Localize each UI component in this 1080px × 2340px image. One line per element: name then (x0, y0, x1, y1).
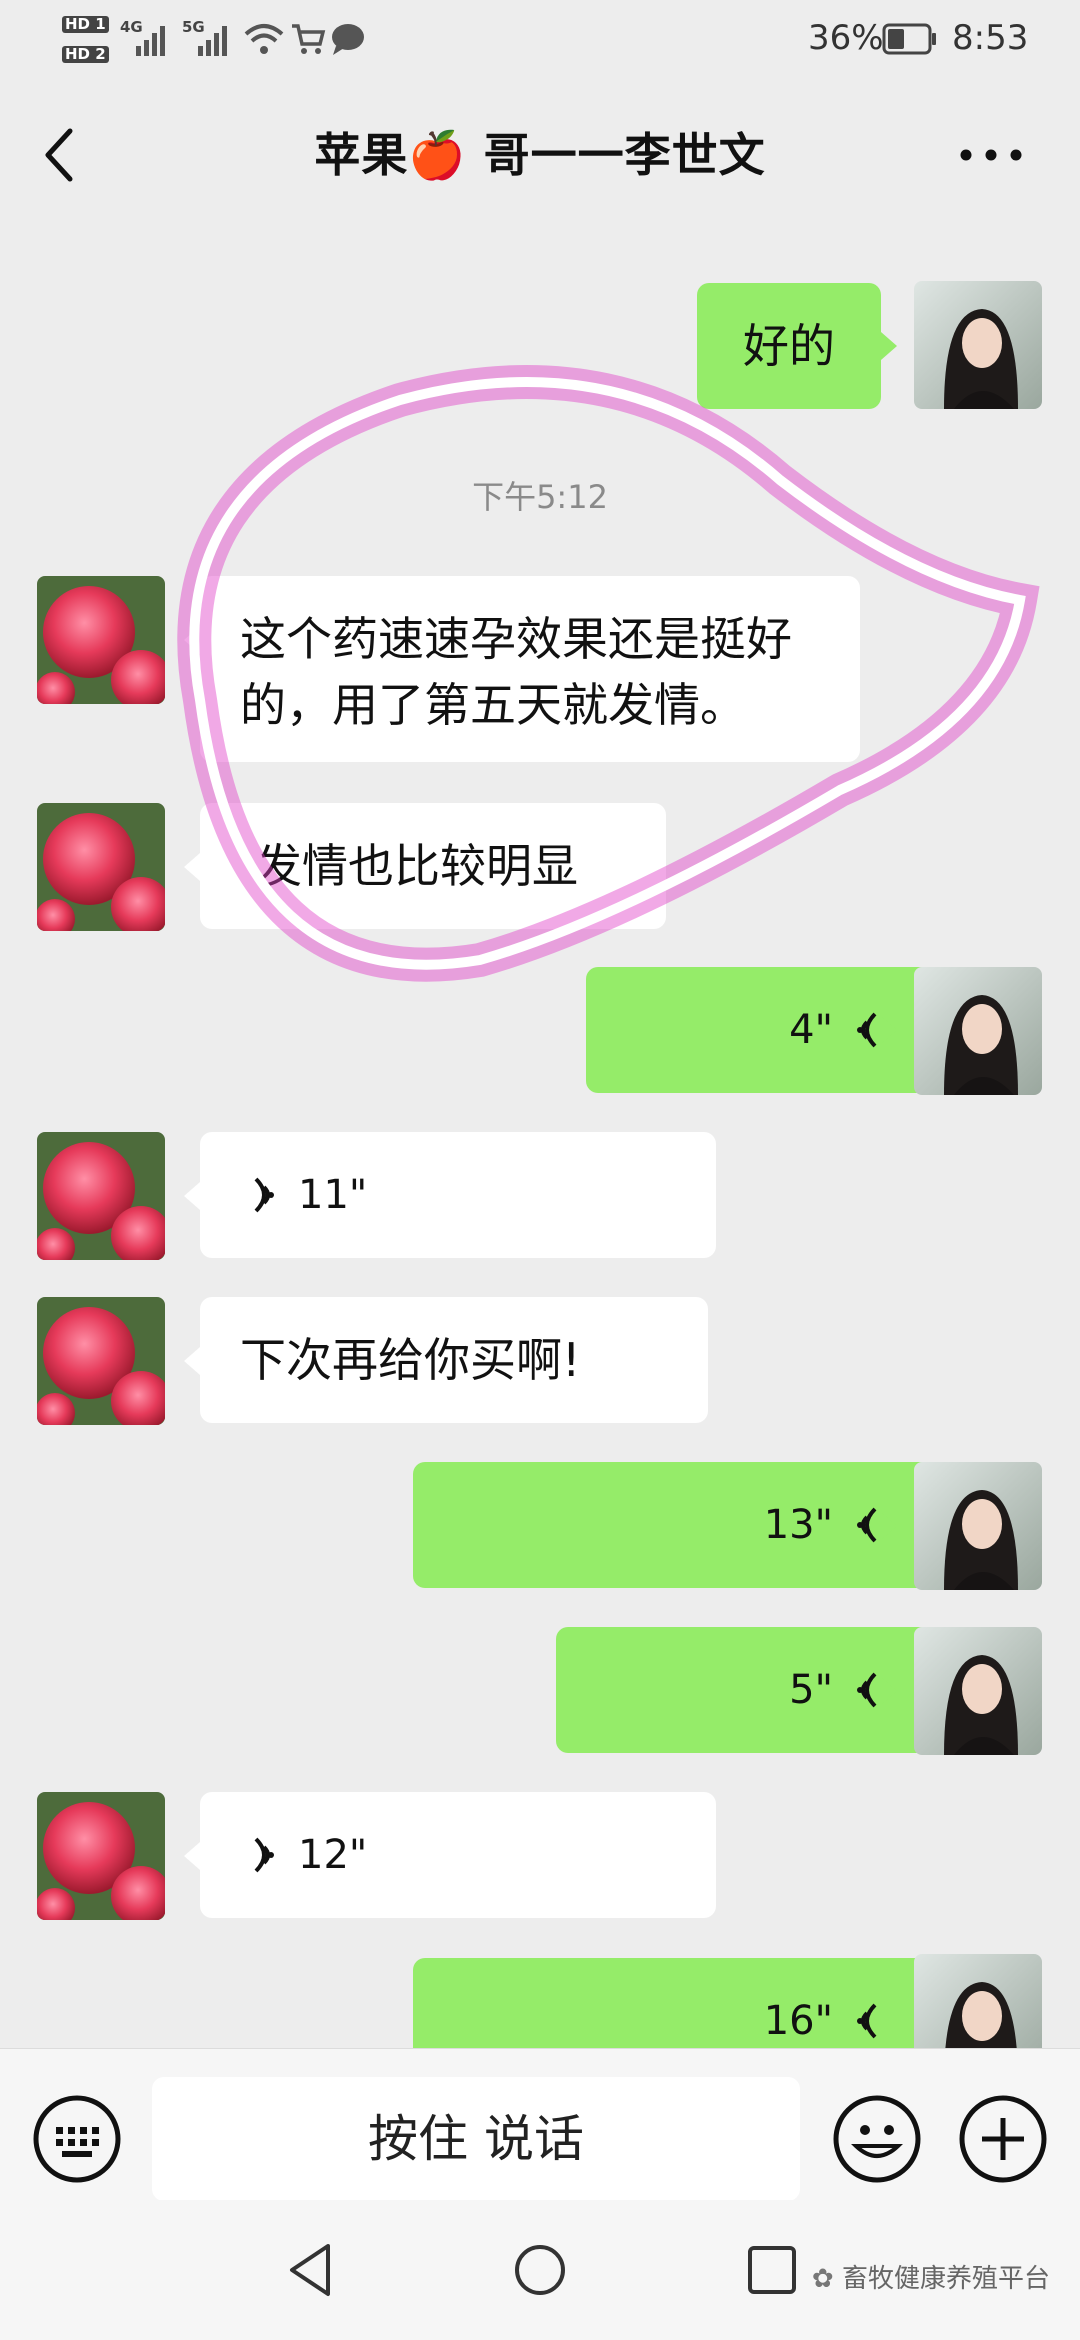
message-bubble-in[interactable]: 下次再给你买啊! (200, 1297, 708, 1423)
bubble-tail (881, 1512, 897, 1540)
voice-duration: 12" (298, 1832, 368, 1878)
bubble-tail (184, 1842, 200, 1870)
avatar-contact[interactable] (37, 1132, 165, 1260)
voice-duration: 11" (298, 1172, 368, 1218)
voice-duration: 16" (763, 1998, 833, 2044)
clock: 8:53 (952, 18, 1029, 58)
voice-wave-icon (857, 1507, 877, 1543)
more-options-icon[interactable] (956, 140, 1026, 170)
battery-percent: 36% (808, 18, 884, 58)
hd-indicator-2: HD 2 (62, 44, 109, 63)
hd-indicator-1: HD 1 (62, 14, 109, 33)
message-icon (332, 24, 364, 55)
wifi-icon (244, 24, 284, 54)
voice-wave-icon (254, 1177, 274, 1213)
highlight-oval (177, 365, 1040, 982)
status-bar: HD 1 HD 2 4G 5G 36% 8:53 (0, 0, 1080, 80)
avatar-contact[interactable] (37, 1792, 165, 1920)
nav-recents-icon[interactable] (744, 2242, 800, 2298)
bubble-tail (881, 1016, 897, 1044)
wechat-logo-icon: ✿ (811, 2264, 842, 2294)
keyboard-icon[interactable] (32, 2094, 122, 2184)
avatar-self[interactable] (914, 967, 1042, 1095)
battery-icon (882, 23, 936, 55)
voice-message-out[interactable]: 5" (556, 1627, 937, 1753)
voice-message-in[interactable]: 12" (200, 1792, 716, 1918)
avatar-contact[interactable] (37, 1297, 165, 1425)
nav-home-icon[interactable] (510, 2240, 570, 2300)
hold-to-talk-button[interactable]: 按住 说话 (152, 2077, 800, 2201)
back-arrow-icon[interactable] (36, 125, 86, 185)
bubble-tail (881, 1677, 897, 1705)
voice-wave-icon (254, 1837, 274, 1873)
avatar-self[interactable] (914, 1627, 1042, 1755)
cart-icon (292, 24, 326, 54)
voice-message-out[interactable]: 13" (413, 1462, 937, 1588)
signal-icon-2 (198, 26, 227, 56)
voice-message-in[interactable]: 11" (200, 1132, 716, 1258)
chat-header: 苹果🍎 哥一一李世文 (0, 80, 1080, 230)
voice-message-out[interactable]: 16" (413, 1958, 937, 2048)
avatar-self[interactable] (914, 1954, 1042, 2048)
signal-icon (136, 26, 165, 56)
nav-back-icon[interactable] (284, 2240, 336, 2300)
voice-duration: 13" (763, 1502, 833, 1548)
voice-duration: 5" (789, 1667, 833, 1713)
message-row-partial: 16" (0, 1950, 1080, 2048)
voice-duration: 4" (789, 1007, 833, 1053)
add-icon[interactable] (958, 2094, 1048, 2184)
chat-title: 苹果🍎 哥一一李世文 (314, 128, 766, 182)
voice-wave-icon (857, 1672, 877, 1708)
voice-wave-icon (857, 1012, 877, 1048)
avatar-self[interactable] (914, 1462, 1042, 1590)
watermark: ✿ 畜牧健康养殖平台 (811, 2264, 1050, 2294)
voice-wave-icon (857, 2003, 877, 2039)
bubble-tail (184, 1182, 200, 1210)
bubble-tail (184, 1347, 200, 1375)
bubble-tail (881, 332, 897, 360)
message-text: 下次再给你买啊! (240, 1333, 581, 1387)
emoji-icon[interactable] (832, 2094, 922, 2184)
